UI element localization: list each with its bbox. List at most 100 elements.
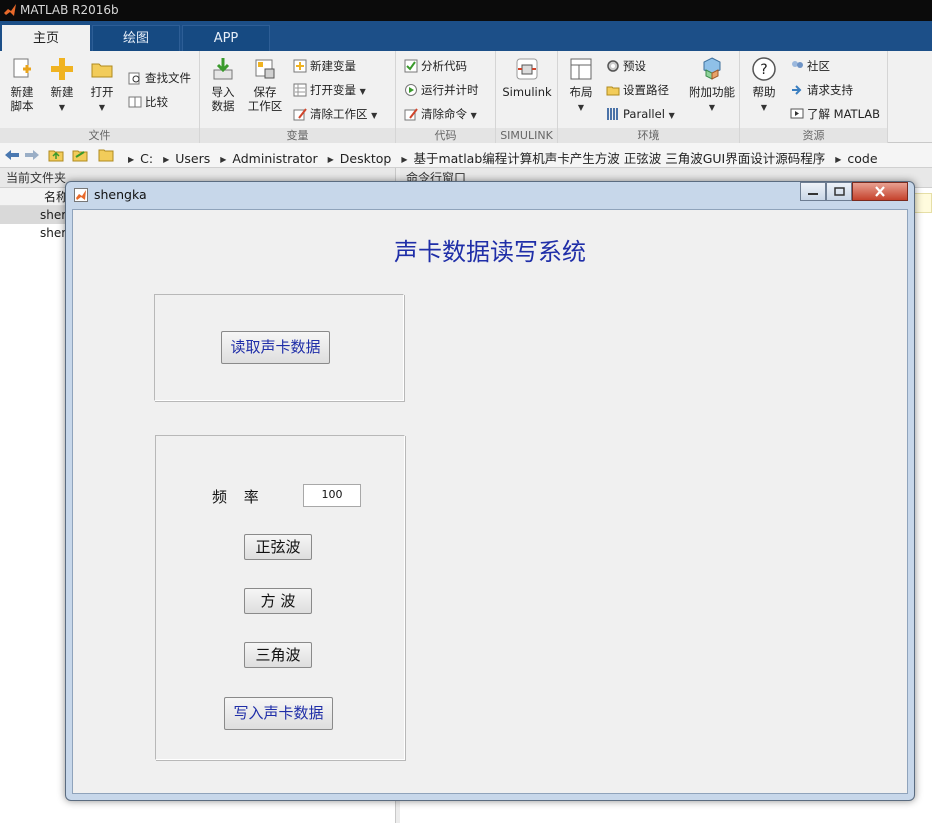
close-icon [875, 186, 885, 197]
open-variable-icon [293, 83, 307, 97]
find-files-button[interactable]: 查找文件 [128, 69, 191, 87]
new-button[interactable]: 新建 ▼ [42, 56, 82, 115]
app-heading: 声卡数据读写系统 [394, 238, 586, 266]
set-path-button[interactable]: 设置路径 [606, 81, 669, 99]
clear-workspace-icon [293, 107, 307, 121]
group-label-simulink: SIMULINK [496, 128, 557, 143]
triangle-wave-button[interactable]: 三角波 [244, 642, 312, 668]
address-bar: ▶ C: ▶ Users ▶ Administrator ▶ Desktop ▶ 基于ma… [0, 143, 932, 168]
new-script-button[interactable]: 新建 脚本 [2, 56, 42, 113]
folder-icon [98, 149, 114, 162]
save-workspace-icon [252, 56, 278, 82]
find-files-icon [128, 71, 142, 85]
read-soundcard-button[interactable]: 读取声卡数据 [221, 331, 330, 364]
clear-commands-button[interactable]: 清除命令 ▼ [404, 105, 477, 123]
svg-text:?: ? [760, 62, 767, 78]
breadcrumb-item[interactable]: Desktop [340, 151, 392, 166]
add-ons-button[interactable]: 附加功能 ▼ [686, 56, 738, 115]
matlab-figure-icon [74, 188, 88, 202]
figure-title: shengka [94, 187, 147, 202]
ribbon-group-resources: ? 帮助 ▼ 社区 请求支持 了解 MATLAB 资源 [740, 51, 888, 143]
breadcrumb-item[interactable]: code [847, 151, 877, 166]
minimize-button[interactable] [800, 182, 826, 201]
chevron-right-icon: ▶ [327, 155, 334, 164]
layout-button[interactable]: 布局 ▼ [561, 56, 601, 115]
generate-panel: 频 率 100 正弦波 方 波 三角波 写入声卡数据 [155, 435, 405, 760]
maximize-button[interactable] [826, 182, 852, 201]
new-plus-icon [49, 56, 75, 82]
tab-plots[interactable]: 绘图 [92, 25, 180, 51]
ribbon: 新建 脚本 新建 ▼ 打开 ▼ 查找文件 比较 文件 导入 数据 保存 工作区 新建… [0, 51, 932, 143]
save-workspace-button[interactable]: 保存 工作区 [245, 56, 285, 113]
group-label-file: 文件 [0, 128, 199, 143]
analyze-code-button[interactable]: 分析代码 [404, 57, 467, 75]
import-data-button[interactable]: 导入 数据 [203, 56, 243, 113]
support-icon [790, 83, 804, 97]
ribbon-tabs: 主页 绘图 APP [0, 21, 932, 51]
preferences-button[interactable]: 预设 [606, 57, 646, 75]
new-variable-icon [293, 59, 307, 73]
breadcrumb-item[interactable]: Administrator [232, 151, 317, 166]
sine-wave-button[interactable]: 正弦波 [244, 534, 312, 560]
clear-workspace-button[interactable]: 清除工作区 ▼ [293, 105, 377, 123]
breadcrumb-item[interactable]: 基于matlab编程计算机声卡产生方波 正弦波 三角波GUI界面设计源码程序 [413, 151, 825, 166]
forward-arrow-icon[interactable] [24, 148, 40, 162]
import-icon [210, 56, 236, 82]
simulink-button[interactable]: Simulink [502, 56, 552, 99]
folder-open-icon [89, 56, 115, 82]
chevron-right-icon: ▶ [220, 155, 227, 164]
ribbon-group-simulink: Simulink SIMULINK [496, 51, 558, 143]
analyze-code-icon [404, 59, 418, 73]
help-icon: ? [751, 56, 777, 82]
matlab-logo-icon [4, 4, 16, 16]
maximize-icon [834, 187, 845, 196]
layout-icon [568, 56, 594, 82]
square-wave-button[interactable]: 方 波 [244, 588, 312, 614]
frequency-label: 频 率 [212, 488, 265, 506]
community-button[interactable]: 社区 [790, 57, 830, 75]
chevron-right-icon: ▶ [835, 155, 842, 164]
app-title: MATLAB R2016b [20, 3, 119, 17]
up-folder-icon[interactable] [48, 148, 64, 162]
figure-canvas: 声卡数据读写系统 读取声卡数据 频 率 100 正弦波 方 波 三角波 写入声卡… [72, 209, 908, 794]
learn-matlab-icon [790, 107, 804, 121]
minimize-icon [808, 193, 818, 195]
back-arrow-icon[interactable] [4, 148, 20, 162]
group-label-environment: 环境 [558, 128, 739, 143]
browse-folder-icon[interactable] [72, 148, 88, 162]
ribbon-group-code: 分析代码 运行并计时 清除命令 ▼ 代码 [396, 51, 496, 143]
open-variable-button[interactable]: 打开变量 ▼ [293, 81, 366, 99]
ribbon-group-environment: 布局 ▼ 预设 设置路径 Parallel ▼ 附加功能 ▼ 环境 [558, 51, 740, 143]
request-support-button[interactable]: 请求支持 [790, 81, 853, 99]
compare-button[interactable]: 比较 [128, 93, 168, 111]
run-time-icon [404, 83, 418, 97]
add-ons-icon [699, 56, 725, 82]
help-button[interactable]: ? 帮助 ▼ [744, 56, 784, 115]
breadcrumb-item[interactable]: Users [175, 151, 210, 166]
gear-icon [606, 59, 620, 73]
breadcrumb: ▶ C: ▶ Users ▶ Administrator ▶ Desktop ▶ 基于ma… [122, 148, 878, 167]
new-script-icon [9, 56, 35, 82]
read-panel: 读取声卡数据 [154, 294, 404, 401]
group-label-variable: 变量 [200, 128, 395, 143]
frequency-input[interactable]: 100 [303, 484, 361, 507]
tab-home[interactable]: 主页 [2, 25, 90, 51]
figure-window: shengka 声卡数据读写系统 读取声卡数据 频 率 100 正弦波 方 波 … [65, 181, 915, 801]
compare-icon [128, 95, 142, 109]
new-variable-button[interactable]: 新建变量 [293, 57, 356, 75]
group-label-resources: 资源 [740, 128, 887, 143]
simulink-icon [514, 56, 540, 82]
parallel-button[interactable]: Parallel ▼ [606, 105, 675, 123]
learn-matlab-button[interactable]: 了解 MATLAB [790, 105, 880, 123]
ribbon-group-variable: 导入 数据 保存 工作区 新建变量 打开变量 ▼ 清除工作区 ▼ 变量 [200, 51, 396, 143]
close-button[interactable] [852, 182, 908, 201]
open-button[interactable]: 打开 ▼ [82, 56, 122, 115]
write-soundcard-button[interactable]: 写入声卡数据 [224, 697, 333, 730]
ribbon-group-file: 新建 脚本 新建 ▼ 打开 ▼ 查找文件 比较 文件 [0, 51, 200, 143]
run-and-time-button[interactable]: 运行并计时 [404, 81, 479, 99]
chevron-right-icon: ▶ [128, 155, 135, 164]
chevron-right-icon: ▶ [401, 155, 408, 164]
tab-apps[interactable]: APP [182, 25, 270, 51]
chevron-right-icon: ▶ [163, 155, 170, 164]
breadcrumb-item[interactable]: C: [140, 151, 153, 166]
